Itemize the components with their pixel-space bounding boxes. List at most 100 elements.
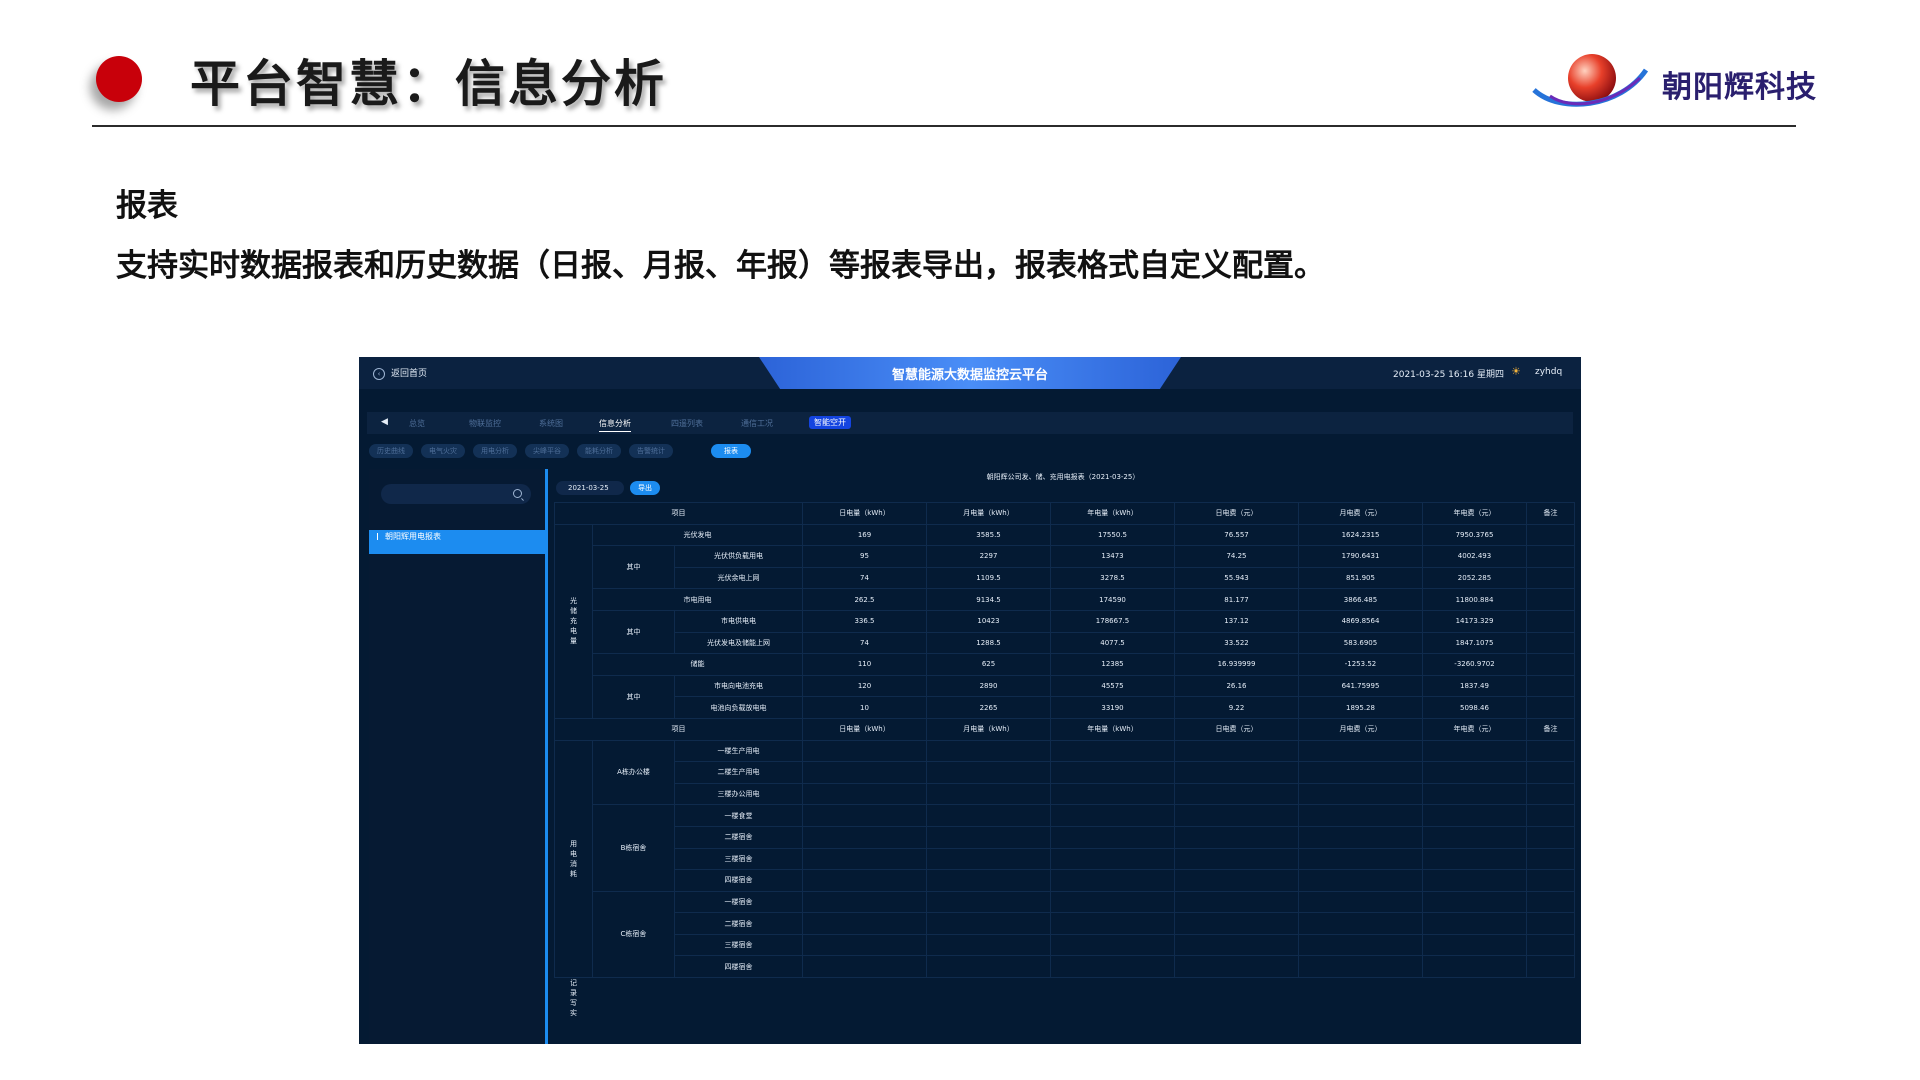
header-cell: 日电费（元）	[1174, 717, 1299, 741]
cell	[1298, 955, 1423, 979]
table-row: 二楼宿舍	[555, 912, 1575, 935]
header-cell: 年电量（kWh）	[1050, 717, 1175, 741]
cell: 1288.5	[926, 631, 1051, 655]
report-tree-panel: 朝阳辉用电报表	[369, 469, 548, 1044]
tree-search-input[interactable]	[381, 484, 531, 504]
table-row: 用电消耗 A栋办公楼 一楼生产用电	[554, 739, 1575, 979]
cell	[1422, 847, 1527, 871]
nav-item-comm-status[interactable]: 通信工况	[741, 418, 773, 429]
nav-item-smart-breaker[interactable]: 智能空开	[809, 416, 851, 429]
cell	[1050, 761, 1175, 784]
weather-sun-icon: ☀	[1511, 365, 1521, 378]
table-row: 二楼生产用电	[555, 761, 1575, 784]
cell: 110	[802, 653, 927, 676]
header-cell: 年电费（元）	[1422, 717, 1527, 741]
cell	[926, 739, 1051, 763]
cell	[1174, 890, 1299, 914]
cell: 4077.5	[1050, 631, 1175, 655]
cell: 625	[926, 653, 1051, 676]
cell	[1174, 847, 1299, 871]
cell: 33.522	[1174, 631, 1299, 655]
cell	[1050, 782, 1175, 806]
header-cell: 日电量（kWh）	[802, 502, 927, 525]
back-home-link[interactable]: ‹ 返回首页	[373, 366, 427, 380]
sub-label: 其中	[592, 609, 675, 655]
table-row: 其中 市电向电池充电 120 2890 45575 26.16 641.75995 183…	[555, 674, 1575, 719]
cell	[1174, 739, 1299, 763]
cell: 1847.1075	[1422, 631, 1527, 655]
cell	[802, 825, 927, 849]
nav-collapse-icon[interactable]: ◀	[381, 417, 388, 427]
building-label: C栋宿舍	[592, 890, 675, 979]
nav-item-telemetry-list[interactable]: 四遥列表	[671, 418, 703, 429]
cell	[1526, 782, 1575, 806]
section-description: 支持实时数据报表和历史数据（日报、月报、年报）等报表导出，报表格式自定义配置。	[116, 248, 1325, 284]
row-label: 四楼宿舍	[674, 955, 803, 979]
row-label: 电池向负载放电电	[674, 696, 803, 719]
tab-report[interactable]: 报表	[711, 444, 751, 458]
nav-item-iot-monitor[interactable]: 物联监控	[469, 418, 501, 429]
header-cell: 月电量（kWh）	[926, 502, 1051, 525]
cell: 13473	[1050, 545, 1175, 568]
cell: 95	[802, 545, 927, 568]
cell: 10	[802, 696, 927, 719]
cell	[1526, 609, 1575, 633]
cell	[1422, 912, 1527, 935]
building-label: A栋办公楼	[592, 739, 675, 806]
cell	[1050, 804, 1175, 827]
cell: 17550.5	[1050, 523, 1175, 547]
back-label: 返回首页	[391, 369, 428, 379]
cell	[926, 847, 1051, 871]
cell	[1526, 955, 1575, 979]
cell	[926, 955, 1051, 979]
row-label: 储能	[592, 653, 803, 676]
header-cell: 日电费（元）	[1174, 502, 1299, 525]
cell: 2265	[926, 696, 1051, 719]
tab-peak-valley[interactable]: 尖峰平谷	[525, 444, 569, 458]
export-button[interactable]: 导出	[630, 481, 660, 495]
tab-power-analysis[interactable]: 用电分析	[473, 444, 517, 458]
cell	[1298, 869, 1423, 892]
cell	[802, 933, 927, 957]
cell: 76.557	[1174, 523, 1299, 547]
cell	[802, 869, 927, 892]
cell	[1526, 761, 1575, 784]
search-icon[interactable]	[513, 489, 522, 498]
cell	[1526, 890, 1575, 914]
sub-label: 其中	[592, 674, 675, 719]
report-table: 项目 日电量（kWh） 月电量（kWh） 年电量（kWh） 日电费（元） 月电费…	[554, 502, 1575, 1018]
nav-item-overview[interactable]: 总览	[409, 418, 425, 429]
table-header-2: 项目 日电量（kWh） 月电量（kWh） 年电量（kWh） 日电费（元） 月电费…	[554, 717, 1575, 741]
cell: 178667.5	[1050, 609, 1175, 633]
tree-item-report[interactable]: 朝阳辉用电报表	[369, 530, 545, 554]
cell	[1526, 588, 1575, 611]
cell	[802, 782, 927, 806]
date-picker[interactable]: 2021-03-25	[556, 481, 624, 495]
cell: 4869.8564	[1298, 609, 1423, 633]
cell: 3866.485	[1298, 588, 1423, 611]
cell	[1174, 955, 1299, 979]
tab-electrical-fire[interactable]: 电气火灾	[421, 444, 465, 458]
user-name[interactable]: zyhdq	[1535, 367, 1562, 377]
cell	[926, 761, 1051, 784]
cell	[1422, 782, 1527, 806]
cell: 137.12	[1174, 609, 1299, 633]
cell	[1422, 804, 1527, 827]
cell	[1422, 739, 1527, 763]
cell	[1422, 933, 1527, 957]
cell	[1526, 825, 1575, 849]
cell: 2890	[926, 674, 1051, 698]
cell: -3260.9702	[1422, 653, 1527, 676]
row-label: 光伏余电上网	[674, 566, 803, 590]
tab-history-curve[interactable]: 历史曲线	[369, 444, 413, 458]
tab-alarm-stats[interactable]: 告警统计	[629, 444, 673, 458]
nav-item-info-analysis[interactable]: 信息分析	[599, 418, 631, 432]
table-row: 二楼宿舍	[555, 825, 1575, 849]
cell: 7950.3765	[1422, 523, 1527, 547]
header-cell: 项目	[554, 717, 803, 741]
nav-item-system-diagram[interactable]: 系统图	[539, 418, 563, 429]
cell	[802, 847, 927, 871]
cell	[926, 804, 1051, 827]
tab-energy-analysis[interactable]: 能耗分析	[577, 444, 621, 458]
cell	[802, 955, 927, 979]
